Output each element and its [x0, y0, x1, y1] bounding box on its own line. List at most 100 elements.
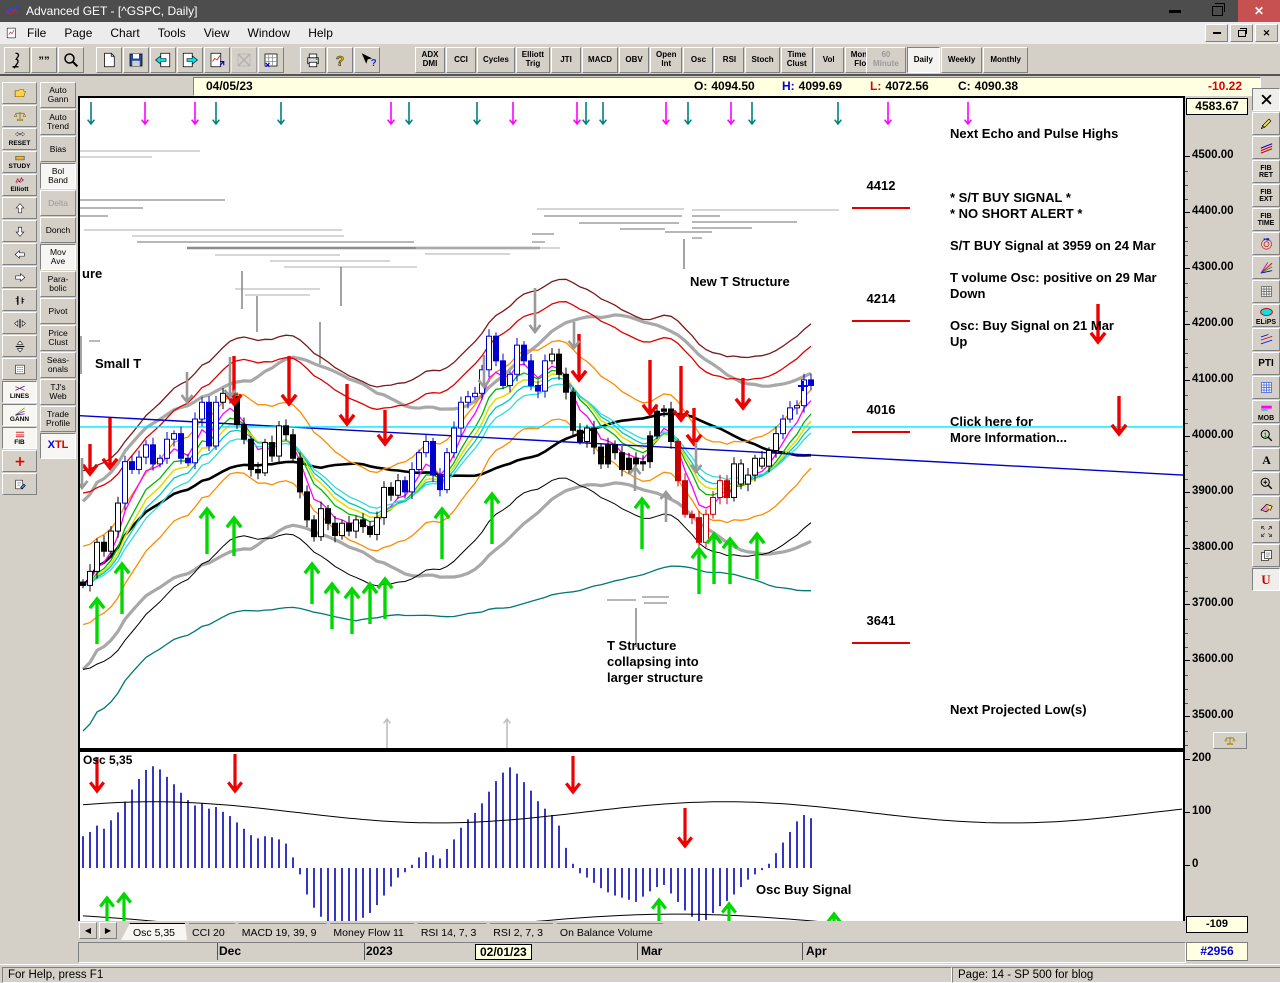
study-auto-trend-button[interactable]: Auto Trend [40, 109, 76, 135]
menu-file[interactable]: File [18, 24, 55, 42]
chart-setup-button[interactable] [204, 47, 230, 73]
indicator-osc-button[interactable]: Osc [683, 47, 714, 73]
scroll-up-button[interactable] [2, 197, 37, 219]
menu-page[interactable]: Page [55, 24, 101, 42]
tab-macd-19-39-9[interactable]: MACD 19, 39, 9 [230, 923, 329, 940]
tab-rsi-2-7-3[interactable]: RSI 2, 7, 3 [481, 923, 555, 940]
save-button[interactable] [123, 47, 149, 73]
scroll-left-button[interactable] [2, 243, 37, 265]
indicator-adx-dmi-button[interactable]: ADX DMI [415, 47, 445, 73]
bar-spacing-button[interactable] [2, 289, 37, 311]
regression-lines-tool-button[interactable] [1252, 328, 1280, 351]
fib-circle-tool-button[interactable]: FIB [1252, 232, 1280, 255]
properties-button[interactable] [2, 473, 37, 495]
tab-scroll-right[interactable]: ▶ [99, 922, 117, 939]
indicator-time-clust-button[interactable]: Time Clust [780, 47, 813, 73]
indicator-elliott-trig-button[interactable]: Elliott Trig [515, 47, 551, 73]
pointer-x-tool-button[interactable] [1252, 88, 1280, 111]
parallel-lines-tool-button[interactable] [1252, 136, 1280, 159]
mob-tool-button[interactable]: MOB [1252, 400, 1280, 423]
study-donch-button[interactable]: Donch [40, 217, 76, 243]
indicator-stoch-button[interactable]: Stoch [745, 47, 780, 73]
grid-toggle-button[interactable] [2, 358, 37, 380]
gann-grid-tool-button[interactable] [1252, 280, 1280, 303]
search-button[interactable] [58, 47, 84, 73]
indicator-jti-button[interactable]: JTI [551, 47, 582, 73]
fib-button[interactable]: FIB [2, 427, 37, 449]
axis-scale-button[interactable] [1213, 732, 1247, 749]
tab-on-balance-volume[interactable]: On Balance Volume [548, 923, 665, 940]
reset-button[interactable]: RESET [2, 128, 37, 150]
indicator-macd-button[interactable]: MACD [582, 47, 619, 73]
lines-button[interactable]: LINES [2, 381, 37, 403]
study-price-clust-button[interactable]: Price Clust [40, 325, 76, 351]
menu-window[interactable]: Window [239, 24, 300, 42]
study-pivot-button[interactable]: Pivot [40, 298, 76, 324]
fib-retracement-tool-button[interactable]: FIB RET [1252, 160, 1280, 183]
indicator-cci-button[interactable]: CCI [446, 47, 476, 73]
child-close-button[interactable]: ✕ [1255, 24, 1278, 42]
grid-tool-button[interactable] [1252, 376, 1280, 399]
open-chart-button[interactable] [2, 82, 37, 104]
vertical-expand-button[interactable] [2, 335, 37, 357]
study-auto-gann-button[interactable]: Auto Gann [40, 82, 76, 108]
tab-cci-20[interactable]: CCI 20 [180, 923, 237, 940]
ellipse-tool-button[interactable]: ELiPS [1252, 304, 1280, 327]
pti-tool-button[interactable]: PTI [1252, 352, 1280, 375]
study-mov-ave-button[interactable]: Mov Ave [40, 244, 76, 270]
trendline-pencil-tool-button[interactable] [1252, 112, 1280, 135]
tab-rsi-14-7-3[interactable]: RSI 14, 7, 3 [409, 923, 488, 940]
crosshair-button[interactable] [2, 450, 37, 472]
fib-extension-tool-button[interactable]: FIB EXT [1252, 184, 1280, 207]
indicator-cycles-button[interactable]: Cycles [477, 47, 515, 73]
minimize-button[interactable] [1154, 0, 1196, 22]
indicator-rsi-button[interactable]: RSI [714, 47, 745, 73]
tab-scroll-left[interactable]: ◀ [79, 922, 97, 939]
previous-page-button[interactable] [150, 47, 176, 73]
more-information-link[interactable]: Click here for More Information... [950, 414, 1067, 446]
child-restore-button[interactable] [1230, 24, 1253, 42]
child-minimize-button[interactable] [1205, 24, 1228, 42]
study-trade-profile-button[interactable]: Trade Profile [40, 406, 76, 432]
horizontal-expand-button[interactable] [2, 312, 37, 334]
help-button[interactable]: ? [327, 47, 353, 73]
next-page-button[interactable] [177, 47, 203, 73]
expand-tool-button[interactable] [1252, 520, 1280, 543]
tab-money-flow-11[interactable]: Money Flow 11 [321, 923, 415, 940]
menu-view[interactable]: View [195, 24, 239, 42]
tab-osc-5-35[interactable]: Osc 5,35 [121, 923, 187, 940]
study-seas-onals-button[interactable]: Seas- onals [40, 352, 76, 378]
scroll-right-button[interactable] [2, 266, 37, 288]
print-button[interactable] [300, 47, 326, 73]
gann-fan-tool-button[interactable] [1252, 256, 1280, 279]
oscillator-panel[interactable]: Osc 5,35 Osc Buy Signal [78, 750, 1185, 940]
study-tj-s-web-button[interactable]: TJ's Web [40, 379, 76, 405]
period-monthly-button[interactable]: Monthly [983, 47, 1029, 73]
magnify-one-tool-button[interactable]: 1 [1252, 424, 1280, 447]
indicator-vol-button[interactable]: Vol [813, 47, 844, 73]
indicator-obv-button[interactable]: OBV [619, 47, 650, 73]
study-bias-button[interactable]: Bias [40, 136, 76, 162]
study-button[interactable]: STUDY [2, 151, 37, 173]
price-chart[interactable]: Next Echo and Pulse Highs * S/T BUY SIGNA… [78, 96, 1185, 750]
elliott-button[interactable]: Elliott [2, 174, 37, 196]
balance-button[interactable] [2, 105, 37, 127]
copy-page-tool-button[interactable] [1252, 544, 1280, 567]
menu-tools[interactable]: Tools [149, 24, 195, 42]
grid-setup-button[interactable] [258, 47, 284, 73]
close-button[interactable]: ✕ [1238, 0, 1280, 22]
restore-button[interactable] [1196, 0, 1238, 22]
zoom-tool-button[interactable] [1252, 472, 1280, 495]
new-chart-button[interactable] [96, 47, 122, 73]
gann-button[interactable]: GANN [2, 404, 37, 426]
menu-help[interactable]: Help [299, 24, 342, 42]
context-help-button[interactable]: ? [354, 47, 380, 73]
price-axis[interactable]: 4583.67 4500.00 4400.00 4300.00 4200.00 4100… [1185, 96, 1250, 942]
study-para-bolic-button[interactable]: Para- bolic [40, 271, 76, 297]
pin-button[interactable] [4, 47, 30, 73]
fib-time-tool-button[interactable]: FIB TIME [1252, 208, 1280, 231]
period-weekly-button[interactable]: Weekly [940, 47, 983, 73]
quotes-button[interactable]: ”” [31, 47, 57, 73]
study-bol-band-button[interactable]: Bol Band [40, 163, 76, 189]
period-daily-button[interactable]: Daily [906, 47, 940, 73]
